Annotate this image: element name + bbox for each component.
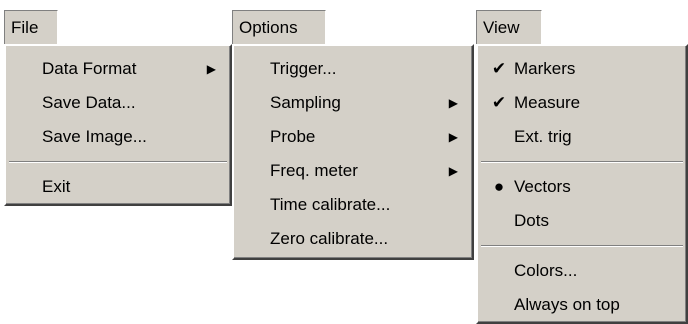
menu-item-probe[interactable]: Probe ▶: [234, 120, 472, 154]
menu-item-measure[interactable]: ✔ Measure: [478, 86, 686, 120]
menu-item-always-on-top[interactable]: Always on top: [478, 288, 686, 322]
menu-item-label: Colors...: [514, 261, 578, 280]
menu-separator: [481, 161, 683, 163]
menu-item-trigger[interactable]: Trigger...: [234, 52, 472, 86]
menu-item-label: Probe: [270, 127, 316, 146]
menu-item-exit[interactable]: Exit: [6, 170, 230, 204]
menu-options[interactable]: Options: [232, 10, 326, 44]
menu-item-save-image[interactable]: Save Image...: [6, 120, 230, 154]
chevron-right-icon: ▶: [448, 96, 458, 110]
menu-file[interactable]: File: [4, 10, 58, 44]
menu-item-label: Vectors: [514, 177, 571, 196]
menu-item-save-data[interactable]: Save Data...: [6, 86, 230, 120]
menu-item-label: Time calibrate...: [270, 195, 391, 214]
menu-separator: [9, 161, 227, 163]
menu-separator: [481, 245, 683, 247]
menu-view-label: View: [483, 18, 520, 37]
file-dropdown: Data Format ▶ Save Data... Save Image...…: [4, 44, 232, 206]
menu-item-label: Freq. meter: [270, 161, 358, 180]
menu-item-label: Save Image...: [42, 127, 147, 146]
menu-item-ext-trig[interactable]: Ext. trig: [478, 120, 686, 154]
menu-file-label: File: [11, 18, 39, 37]
options-dropdown: Trigger... Sampling ▶ Probe ▶ Freq. mete…: [232, 44, 474, 260]
menu-item-label: Save Data...: [42, 93, 136, 112]
chevron-right-icon: ▶: [448, 130, 458, 144]
menu-item-label: Ext. trig: [514, 127, 572, 146]
view-dropdown: ✔ Markers ✔ Measure Ext. trig ● Vectors …: [476, 44, 688, 324]
menu-item-zero-calibrate[interactable]: Zero calibrate...: [234, 222, 472, 256]
menu-item-label: Always on top: [514, 295, 620, 314]
menu-options-label: Options: [239, 18, 298, 37]
menu-item-dots[interactable]: Dots: [478, 204, 686, 238]
menu-item-label: Trigger...: [270, 59, 337, 78]
menu-item-sampling[interactable]: Sampling ▶: [234, 86, 472, 120]
menu-item-time-calibrate[interactable]: Time calibrate...: [234, 188, 472, 222]
menu-item-label: Sampling: [270, 93, 341, 112]
menu-item-vectors[interactable]: ● Vectors: [478, 170, 686, 204]
checkmark-icon: ✔: [491, 59, 507, 78]
menu-item-label: Dots: [514, 211, 549, 230]
chevron-right-icon: ▶: [206, 62, 216, 76]
menu-item-label: Exit: [42, 177, 71, 196]
menu-item-freq-meter[interactable]: Freq. meter ▶: [234, 154, 472, 188]
menu-item-label: Markers: [514, 59, 576, 78]
menu-view[interactable]: View: [476, 10, 542, 44]
chevron-right-icon: ▶: [448, 164, 458, 178]
checkmark-icon: ✔: [491, 93, 507, 112]
menu-item-label: Measure: [514, 93, 581, 112]
menu-item-data-format[interactable]: Data Format ▶: [6, 52, 230, 86]
menu-item-label: Data Format: [42, 59, 137, 78]
menu-item-markers[interactable]: ✔ Markers: [478, 52, 686, 86]
menu-item-label: Zero calibrate...: [270, 229, 389, 248]
radio-dot-icon: ●: [493, 177, 505, 196]
menu-item-colors[interactable]: Colors...: [478, 254, 686, 288]
